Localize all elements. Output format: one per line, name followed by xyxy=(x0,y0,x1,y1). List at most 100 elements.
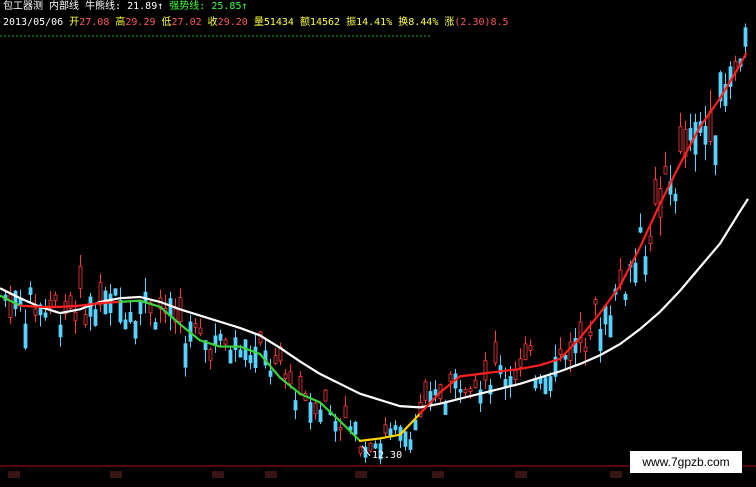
time-axis-tick-1 xyxy=(110,471,122,478)
candle-body xyxy=(323,389,328,402)
candle-body xyxy=(703,126,708,145)
candle-body xyxy=(128,311,133,323)
volume-label: 量 xyxy=(253,17,264,28)
candle-body xyxy=(233,337,238,351)
open-value: 27.08 xyxy=(79,17,110,28)
candle-body xyxy=(383,424,388,434)
candle-body xyxy=(13,290,18,310)
bull-line-value: 21.89 xyxy=(127,1,158,12)
amplitude-value: 14.41% xyxy=(356,17,393,28)
amount-label: 额 xyxy=(299,17,310,28)
candle-body xyxy=(673,193,678,202)
candle-body xyxy=(228,349,233,364)
candle-body xyxy=(133,321,138,339)
time-axis-tick-0 xyxy=(8,471,20,478)
candle-body xyxy=(248,355,253,364)
candle-body xyxy=(153,322,158,330)
short-ma-segment xyxy=(358,437,382,442)
candle-body xyxy=(273,355,278,364)
change-label: 涨 xyxy=(444,17,455,28)
candle-body xyxy=(393,425,398,431)
candle-body xyxy=(8,294,13,318)
candle-body xyxy=(458,389,463,393)
candle-body xyxy=(193,323,198,328)
amplitude-label: 振 xyxy=(346,17,357,28)
high-value: 29.29 xyxy=(125,17,156,28)
time-axis-tick-5 xyxy=(432,471,444,478)
candle-body xyxy=(313,402,318,415)
candle-body xyxy=(473,379,478,388)
candle-body xyxy=(33,308,38,316)
candle-body xyxy=(633,262,638,283)
short-ma-segment xyxy=(78,302,102,307)
candle-body xyxy=(413,419,418,431)
candle-body xyxy=(283,373,288,379)
bull-line-label: 牛熊线: xyxy=(85,1,122,12)
candle-body xyxy=(308,402,313,423)
watermark: www.7gpzb.com xyxy=(630,451,742,473)
candle-body xyxy=(488,384,493,395)
short-ma-segment xyxy=(518,364,542,371)
strong-line-value: 25.85 xyxy=(211,1,242,12)
candle-body xyxy=(253,346,258,369)
candle-body xyxy=(338,426,343,431)
candle-body xyxy=(118,300,123,323)
short-ma-segment xyxy=(98,300,122,305)
time-axis-tick-3 xyxy=(265,471,277,478)
candle-body xyxy=(518,358,523,368)
candle-body xyxy=(543,377,548,395)
volume-value: 51434 xyxy=(263,17,294,28)
short-ma-segment xyxy=(118,299,142,303)
candle-body xyxy=(343,405,348,419)
candle-body xyxy=(58,324,63,338)
candle-body xyxy=(53,294,58,302)
candle-body xyxy=(583,346,588,353)
candle-body xyxy=(598,328,603,352)
indicator-name: 内部线 xyxy=(49,1,80,12)
candle-body xyxy=(28,287,33,295)
candle-body xyxy=(648,235,653,245)
candle-body xyxy=(293,400,298,411)
candle-body xyxy=(183,343,188,368)
bull-line-arrow-icon: ↑ xyxy=(157,1,164,12)
candle-body xyxy=(588,331,593,337)
stock-chart xyxy=(0,23,756,478)
low-value: 27.02 xyxy=(171,17,202,28)
candle-body xyxy=(623,293,628,301)
candle-body xyxy=(208,349,213,361)
quote-date: 2013/05/06 xyxy=(3,17,64,28)
short-ma-segment xyxy=(478,370,502,375)
quote-info-row: 2013/05/06 开27.08 高29.29 低27.02 收29.20 量… xyxy=(3,17,509,29)
amount-value: 14562 xyxy=(309,17,341,28)
candle-body xyxy=(403,431,408,447)
time-axis-tick-7 xyxy=(610,471,622,478)
candle-body xyxy=(318,409,323,423)
candle-body xyxy=(83,314,88,325)
candle-body xyxy=(713,135,718,166)
candle-body xyxy=(643,256,648,275)
candle-body xyxy=(448,373,453,382)
strong-line-label: 强势线: xyxy=(169,1,206,12)
candle-body xyxy=(408,439,413,450)
candle-body xyxy=(93,309,98,326)
candle-body xyxy=(333,420,338,432)
candle-body xyxy=(298,376,303,395)
short-ma-segment xyxy=(18,304,42,308)
turnover-value: 8.44% xyxy=(408,17,439,28)
candle-body xyxy=(73,311,78,322)
chart-stage: 包工器测 内部线 牛熊线: 21.89↑ 强势线: 25.85↑ 2013/05… xyxy=(0,0,756,487)
candle-body xyxy=(268,370,273,377)
candle-body xyxy=(593,299,598,305)
candle-body xyxy=(373,443,378,449)
high-label: 高 xyxy=(115,17,126,28)
stock-name: 包工器测 xyxy=(3,1,43,12)
candle-body xyxy=(218,333,223,341)
candle-body xyxy=(78,265,83,289)
candle-body xyxy=(238,349,243,358)
candle-body xyxy=(433,389,438,396)
candle-body xyxy=(353,421,358,435)
candle-body xyxy=(358,446,363,454)
candle-body xyxy=(653,179,658,205)
candle-body xyxy=(528,345,533,351)
candle-body xyxy=(468,388,473,393)
